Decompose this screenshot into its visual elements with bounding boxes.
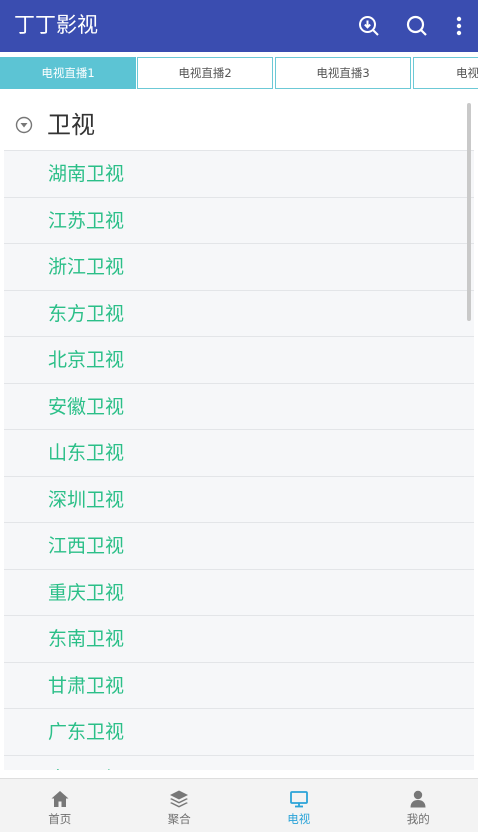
nav-label-home: 首页 <box>48 812 72 826</box>
channel-item[interactable]: 广西卫视 <box>4 754 474 771</box>
user-icon <box>408 789 428 809</box>
channel-label: 广西卫视 <box>48 765 124 771</box>
channel-label: 东方卫视 <box>48 302 125 325</box>
scrollbar[interactable] <box>467 103 471 321</box>
channel-label: 北京卫视 <box>48 349 125 371</box>
channel-tab-strip: 电视直播1 电视直播2 电视直播3 电视直播4 <box>0 55 478 91</box>
nav-label-aggregate: 聚合 <box>167 812 191 826</box>
channel-item[interactable]: 江西卫视 <box>4 522 474 569</box>
more-vertical-icon[interactable] <box>444 11 474 41</box>
search-icon[interactable] <box>402 11 432 41</box>
channel-label: 湖南卫视 <box>48 163 125 185</box>
channel-label: 东南卫视 <box>48 628 125 650</box>
channel-item[interactable]: 重庆卫视 <box>4 568 474 615</box>
channel-content: 卫视 湖南卫视江苏卫视浙江卫视东方卫视北京卫视安徽卫视山东卫视深圳卫视江西卫视重… <box>4 100 474 770</box>
channel-item[interactable]: 山东卫视 <box>4 429 474 476</box>
nav-item-aggregate[interactable]: 聚合 <box>120 779 240 832</box>
nav-item-home[interactable]: 首页 <box>0 779 120 832</box>
download-search-icon[interactable] <box>354 11 384 41</box>
app-title: 丁丁影视 <box>14 13 98 37</box>
group-header[interactable]: 卫视 <box>4 100 474 150</box>
channel-item[interactable]: 安徽卫视 <box>4 382 474 429</box>
home-icon <box>50 789 70 809</box>
channel-label: 重庆卫视 <box>48 581 125 604</box>
group-title: 卫视 <box>47 111 95 139</box>
expand-arrow-icon <box>15 116 33 134</box>
layers-icon <box>169 789 189 809</box>
tab-tv-live-1[interactable]: 电视直播1 <box>0 57 136 89</box>
app-bar: 丁丁影视 <box>0 0 478 52</box>
channel-item[interactable]: 广东卫视 <box>4 708 474 755</box>
channel-list: 湖南卫视江苏卫视浙江卫视东方卫视北京卫视安徽卫视山东卫视深圳卫视江西卫视重庆卫视… <box>4 150 474 770</box>
channel-item[interactable]: 深圳卫视 <box>4 475 474 522</box>
channel-label: 甘肃卫视 <box>48 674 125 697</box>
tab-tv-live-2[interactable]: 电视直播2 <box>137 57 273 89</box>
channel-item[interactable]: 甘肃卫视 <box>4 661 474 708</box>
channel-item[interactable]: 东方卫视 <box>4 289 474 336</box>
tab-tv-live-3[interactable]: 电视直播3 <box>275 57 411 89</box>
channel-label: 山东卫视 <box>48 442 125 464</box>
channel-item[interactable]: 江苏卫视 <box>4 196 474 243</box>
channel-item[interactable]: 北京卫视 <box>4 336 474 383</box>
channel-label: 广东卫视 <box>48 721 125 743</box>
channel-label: 安徽卫视 <box>48 395 125 418</box>
nav-label-tv: 电视 <box>287 812 311 826</box>
nav-label-me: 我的 <box>406 812 430 826</box>
channel-item[interactable]: 湖南卫视 <box>4 150 474 197</box>
nav-item-tv[interactable]: 电视 <box>239 779 359 832</box>
channel-label: 浙江卫视 <box>48 256 125 278</box>
channel-item[interactable]: 东南卫视 <box>4 615 474 662</box>
channel-label: 江西卫视 <box>48 535 125 557</box>
bottom-nav: 首页 聚合 电视 我的 <box>0 778 478 832</box>
tv-icon <box>289 789 309 809</box>
channel-label: 深圳卫视 <box>48 488 125 511</box>
channel-item[interactable]: 浙江卫视 <box>4 243 474 290</box>
nav-item-me[interactable]: 我的 <box>359 779 478 832</box>
tab-tv-live-4[interactable]: 电视直播4 <box>413 57 478 89</box>
channel-label: 江苏卫视 <box>48 209 125 232</box>
